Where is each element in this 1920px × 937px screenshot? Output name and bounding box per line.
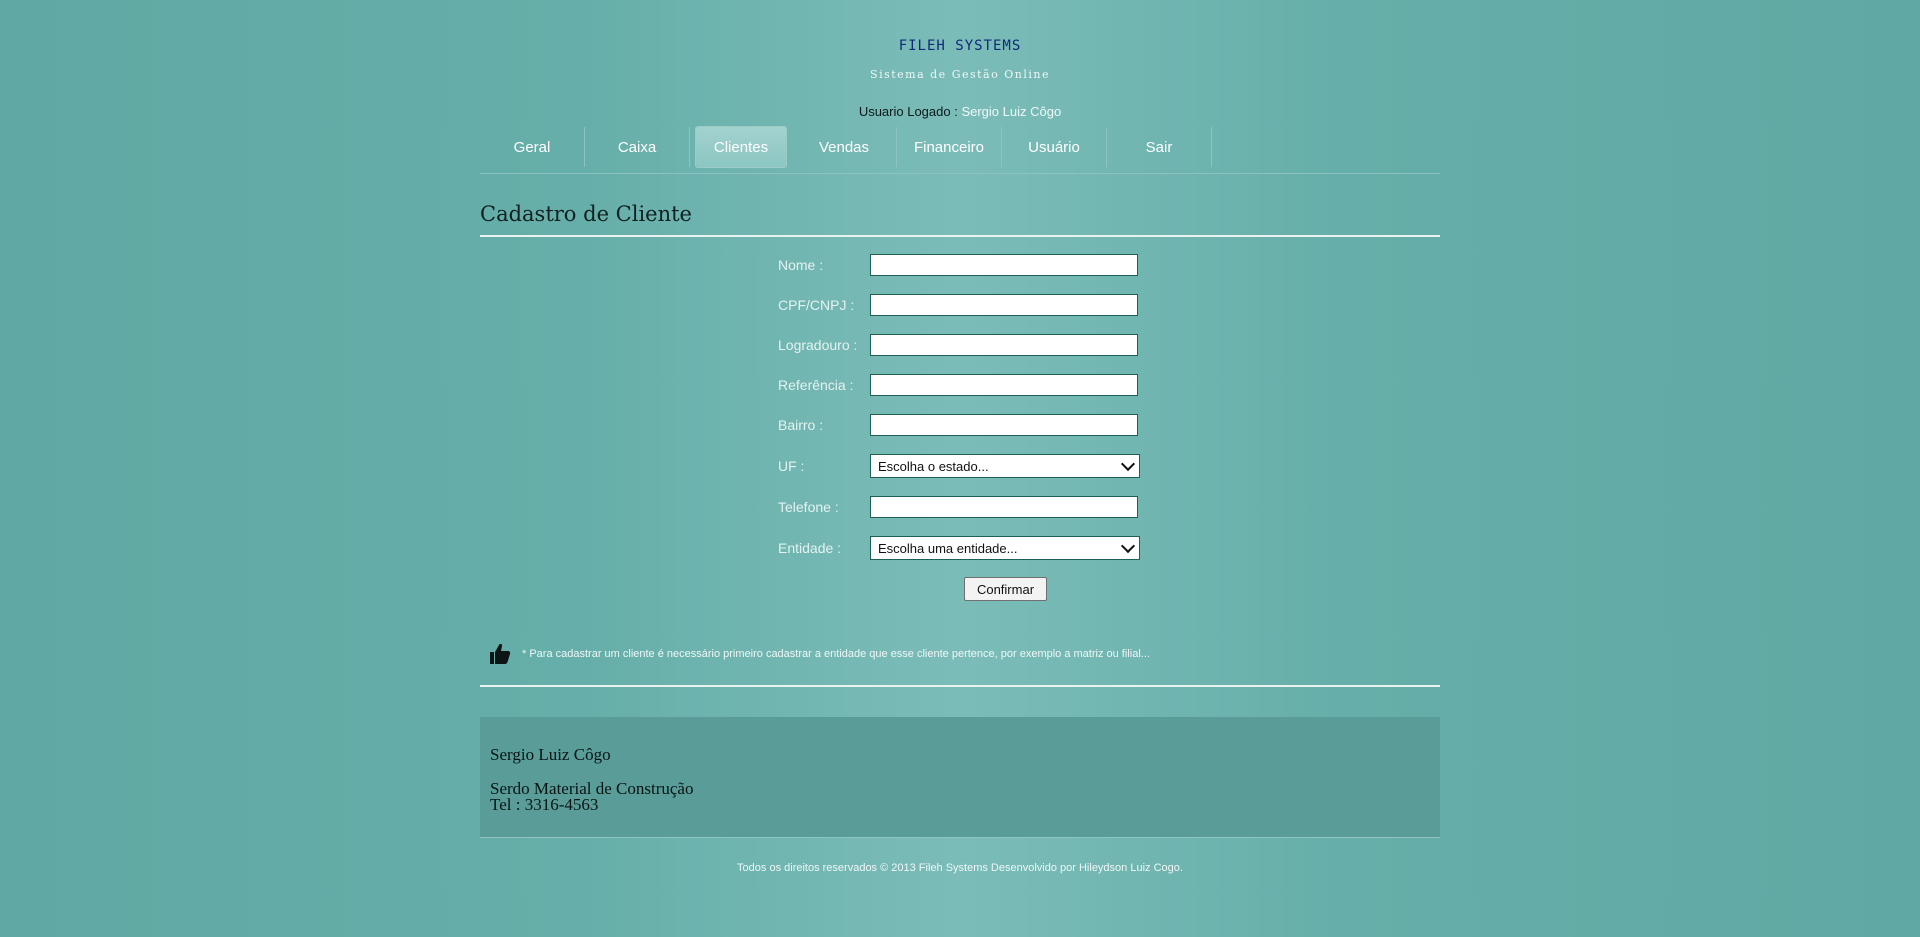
entidade-select-value: Escolha uma entidade...: [878, 540, 1018, 556]
site-subtitle: Sistema de Gestão Online: [870, 68, 1050, 81]
nome-input[interactable]: [870, 254, 1138, 276]
logradouro-label: Logradouro :: [778, 337, 858, 353]
brand-logo: FILEH SYSTEMS: [898, 38, 1022, 54]
telefone-input[interactable]: [870, 496, 1138, 518]
form-row-cpf-cnpj: CPF/CNPJ :: [778, 292, 1138, 318]
form-row-entidade: Entidade : Escolha uma entidade...: [778, 535, 1140, 561]
uf-select[interactable]: Escolha o estado...: [870, 454, 1140, 478]
title-divider: [480, 235, 1440, 237]
telefone-label: Telefone :: [778, 499, 839, 515]
copyright-text: Todos os direitos reservados © 2013 File…: [737, 862, 1183, 874]
uf-select-value: Escolha o estado...: [878, 458, 989, 474]
uf-label: UF :: [778, 458, 805, 474]
nome-label: Nome :: [778, 257, 824, 273]
cpf-cnpj-input[interactable]: [870, 294, 1138, 316]
nav-item-clientes[interactable]: Clientes: [696, 127, 786, 167]
logged-user-name[interactable]: Sergio Luiz Côgo: [961, 104, 1061, 119]
tip-note: * Para cadastrar um cliente é necessário…: [488, 642, 1150, 666]
chevron-down-icon: [1120, 538, 1136, 554]
page-title: Cadastro de Cliente: [480, 202, 692, 226]
nav-divider: [480, 173, 1440, 174]
page-container: FILEH SYSTEMS Sistema de Gestão Online U…: [480, 0, 1440, 937]
thumbs-up-icon: [490, 643, 511, 664]
bairro-label: Bairro :: [778, 417, 824, 433]
nav-item-usuario[interactable]: Usuário: [1002, 127, 1107, 167]
referencia-label: Referência :: [778, 377, 854, 393]
company-owner-name: Sergio Luiz Côgo: [490, 745, 611, 764]
bairro-input[interactable]: [870, 414, 1138, 436]
form-row-telefone: Telefone :: [778, 494, 1138, 520]
form-row-logradouro: Logradouro :: [778, 332, 1138, 358]
entidade-label: Entidade :: [778, 540, 842, 556]
main-nav: Geral Caixa Clientes Vendas Financeiro U…: [480, 127, 1212, 167]
cpf-cnpj-label: CPF/CNPJ :: [778, 297, 855, 313]
company-phone: Tel : 3316-4563: [490, 795, 599, 814]
entidade-select[interactable]: Escolha uma entidade...: [870, 536, 1140, 560]
content-divider: [480, 685, 1440, 687]
company-info-box: Sergio Luiz Côgo Serdo Material de Const…: [480, 717, 1440, 838]
logradouro-input[interactable]: [870, 334, 1138, 356]
confirm-button[interactable]: Confirmar: [964, 577, 1047, 601]
nav-item-sair[interactable]: Sair: [1107, 127, 1212, 167]
logged-user-label: Usuario Logado :: [858, 104, 958, 119]
form-row-nome: Nome :: [778, 252, 1138, 278]
nav-item-vendas[interactable]: Vendas: [792, 127, 897, 167]
logged-user: Usuario Logado : Sergio Luiz Côgo: [480, 104, 1440, 119]
nav-item-geral[interactable]: Geral: [480, 127, 585, 167]
form-row-referencia: Referência :: [778, 372, 1138, 398]
nav-item-financeiro[interactable]: Financeiro: [897, 127, 1002, 167]
nav-item-caixa[interactable]: Caixa: [585, 127, 690, 167]
referencia-input[interactable]: [870, 374, 1138, 396]
form-row-bairro: Bairro :: [778, 412, 1138, 438]
form-row-uf: UF : Escolha o estado...: [778, 453, 1140, 479]
chevron-down-icon: [1120, 456, 1136, 472]
tip-text: * Para cadastrar um cliente é necessário…: [522, 648, 1150, 660]
